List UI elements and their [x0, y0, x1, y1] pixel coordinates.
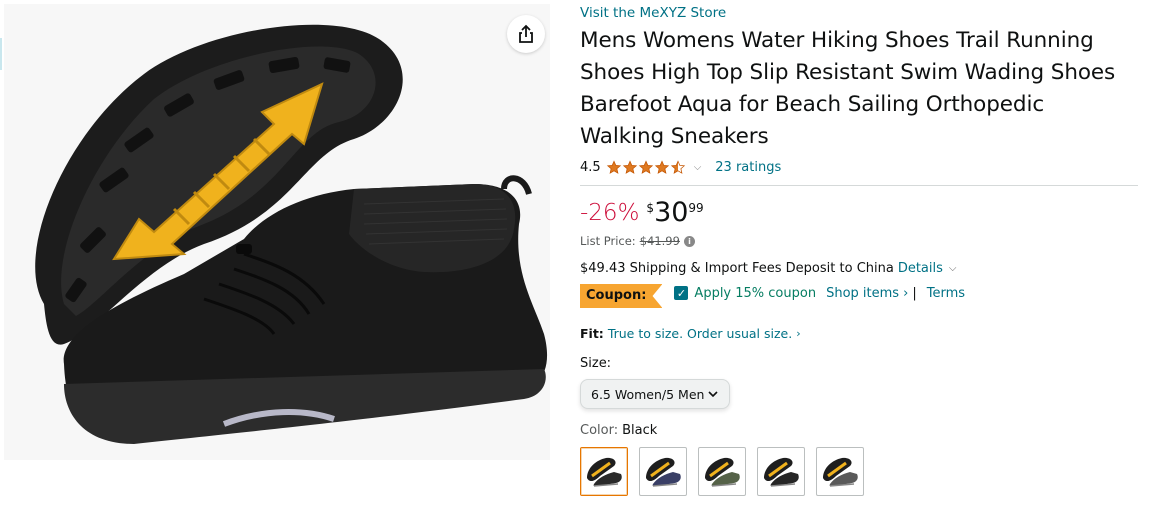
apply-coupon-label[interactable]: Apply 15% coupon	[694, 286, 816, 301]
title-line: Walking Sneakers	[580, 124, 769, 149]
shipping-text: $49.43 Shipping & Import Fees Deposit to…	[580, 260, 894, 276]
shoe-thumbnail-icon	[823, 457, 858, 487]
list-price-value: $41.99	[639, 234, 680, 248]
shoe-thumbnail-icon	[705, 457, 740, 487]
title-line: Shoes High Top Slip Resistant Swim Wadin…	[580, 60, 1116, 85]
terms-link[interactable]: Terms	[927, 286, 965, 301]
color-row: Color: Black	[580, 421, 1140, 439]
shoe-thumbnail-icon	[587, 457, 622, 487]
divider	[580, 185, 1138, 186]
product-title: Mens Womens Water Hiking Shoes Trail Run…	[580, 25, 1140, 153]
star-icon	[638, 159, 653, 174]
shop-items-link[interactable]: Shop items ›	[826, 286, 908, 301]
color-selected-value: Black	[622, 422, 658, 438]
info-icon[interactable]: i	[683, 235, 695, 247]
size-selected-value: 6.5 Women/5 Men	[591, 386, 705, 402]
color-swatch[interactable]	[816, 447, 864, 496]
chevron-down-icon[interactable]: ⌵	[694, 162, 702, 173]
title-line: Mens Womens Water Hiking Shoes Trail Run…	[580, 28, 1094, 53]
share-button[interactable]	[507, 15, 545, 53]
product-image[interactable]	[4, 4, 550, 460]
star-icon	[654, 159, 669, 174]
color-swatch[interactable]	[757, 447, 805, 496]
star-icon	[622, 159, 637, 174]
list-price: List Price: $41.99 i	[580, 232, 1140, 250]
fit-row: Fit: True to size. Order usual size. ›	[580, 324, 1140, 342]
color-swatches	[580, 447, 1140, 496]
coupon-row: Coupon: ✓ Apply 15% coupon Shop items › …	[580, 284, 1140, 308]
store-link[interactable]: Visit the MeXYZ Store	[580, 4, 1140, 22]
rating-row: 4.5 ⌵ 23 ratings	[580, 157, 1140, 177]
shipping-row: $49.43 Shipping & Import Fees Deposit to…	[580, 259, 1140, 277]
star-rating[interactable]	[606, 159, 686, 175]
coupon-badge: Coupon:	[580, 284, 663, 308]
shoe-thumbnail-icon	[764, 457, 799, 487]
color-swatch[interactable]	[580, 447, 628, 496]
shipping-details-link[interactable]: Details	[898, 261, 943, 276]
color-label: Color:	[580, 422, 619, 438]
shoe-illustration	[35, 24, 548, 444]
title-line: Barefoot Aqua for Beach Sailing Orthoped…	[580, 92, 1045, 117]
star-icon	[670, 159, 685, 174]
shoe-thumbnail-icon	[646, 457, 681, 487]
price-fraction: 99	[688, 201, 704, 215]
color-swatch[interactable]	[698, 447, 746, 496]
rating-value: 4.5	[580, 159, 601, 175]
left-edge-indicator	[0, 38, 2, 70]
price-whole: 30	[654, 197, 689, 228]
fit-link[interactable]: True to size. Order usual size.	[608, 326, 792, 341]
fit-label: Fit:	[580, 325, 604, 341]
list-price-label: List Price:	[580, 234, 636, 248]
star-icon	[606, 159, 621, 174]
chevron-down-icon	[708, 391, 718, 398]
current-price: $ 30 99	[646, 198, 703, 228]
product-details: Visit the MeXYZ Store Mens Womens Water …	[580, 4, 1140, 496]
separator: |	[912, 286, 917, 301]
coupon-checkbox[interactable]: ✓	[674, 286, 689, 300]
discount-percent: -26%	[580, 200, 640, 226]
chevron-right-icon[interactable]: ›	[796, 327, 800, 340]
currency-symbol: $	[646, 201, 655, 215]
ratings-count-link[interactable]: 23 ratings	[715, 160, 781, 175]
chevron-down-icon[interactable]: ⌵	[949, 263, 957, 274]
share-icon	[519, 24, 533, 43]
size-label: Size:	[580, 355, 612, 371]
size-dropdown[interactable]: 6.5 Women/5 Men	[580, 379, 730, 409]
price-row: -26% $ 30 99	[580, 198, 1140, 232]
color-swatch[interactable]	[639, 447, 687, 496]
